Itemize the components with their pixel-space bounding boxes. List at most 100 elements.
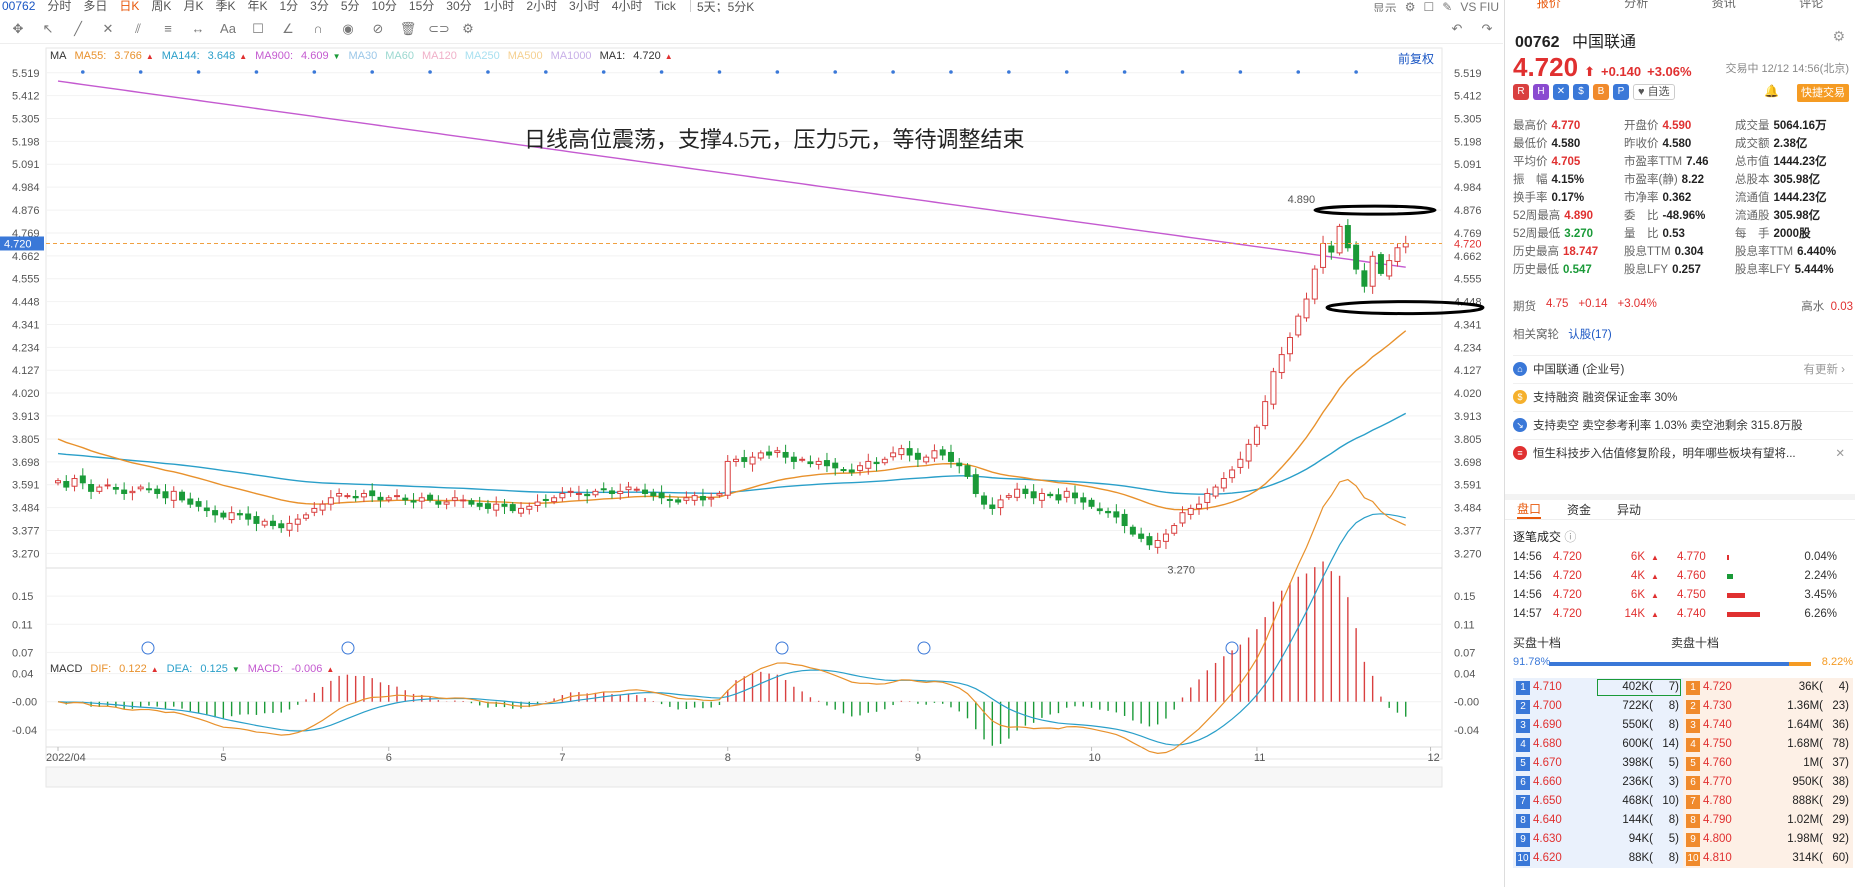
panel-tab-3[interactable]: 评论 (1768, 0, 1855, 12)
bid-level[interactable]: 5 4.670 398K(5) (1513, 754, 1683, 773)
ask-level[interactable]: 7 4.780 888K(29) (1683, 792, 1853, 811)
redo-icon[interactable]: ↷ (1477, 21, 1497, 37)
stock-code-tab[interactable]: 00762 (2, 0, 35, 12)
flag-icon-0[interactable]: R (1513, 84, 1529, 100)
toolbar-settings-icon[interactable]: ⚙ (458, 21, 478, 37)
ma-legend-item-0[interactable]: MA (50, 50, 71, 62)
ma-legend-item-8[interactable]: MA500 (508, 50, 547, 62)
cross-tool-icon[interactable]: ✕ (98, 21, 118, 37)
ask-level[interactable]: 4 4.750 1.68M(78) (1683, 735, 1853, 754)
bid-level[interactable]: 8 4.640 144K(8) (1513, 811, 1683, 830)
event-dot[interactable] (1064, 70, 1069, 74)
add-favorite-button[interactable]: ♥ 自选 (1633, 84, 1675, 100)
fibonacci-icon[interactable]: ≡ (158, 21, 178, 36)
macd-legend-item-1[interactable]: DIF: 0.122 ▲ (90, 663, 162, 675)
bid-level[interactable]: 10 4.620 88K(8) (1513, 849, 1683, 868)
pen-icon[interactable]: ✎ (1442, 0, 1452, 12)
arrow-tool-icon[interactable]: ↔ (188, 21, 208, 36)
ask-level[interactable]: 1 4.720 36K(4) (1683, 678, 1853, 697)
ma-legend-item-1[interactable]: MA55: 3.766 ▲ (75, 50, 158, 62)
line-tool-icon[interactable]: ╱ (68, 21, 88, 37)
period-4[interactable]: 月K (183, 0, 203, 12)
undo-icon[interactable]: ↶ (1447, 21, 1467, 37)
warrants-link[interactable]: 认股(17) (1568, 329, 1611, 341)
magnet-icon[interactable]: ∩ (308, 21, 328, 36)
macd-legend-item-2[interactable]: DEA: 0.125 ▼ (167, 663, 244, 675)
event-dot[interactable] (428, 70, 432, 74)
link-icon[interactable]: ⊂⊃ (428, 21, 450, 37)
period-select[interactable]: 5天；5分K (689, 0, 754, 12)
event-dot[interactable] (659, 70, 664, 74)
ask-level[interactable]: 10 4.810 314K(60) (1683, 849, 1853, 868)
period-11[interactable]: 15分 (409, 0, 434, 12)
notice-item[interactable]: ≡ 恒生科技步入估值修复阶段，明年哪些板块有望将... ✕ (1513, 439, 1853, 465)
ma-legend-item-9[interactable]: MA1000 (551, 50, 596, 62)
event-dot[interactable] (544, 70, 548, 74)
macd-legend-item-3[interactable]: MACD: -0.006 ▲ (248, 663, 339, 675)
event-dot[interactable] (254, 70, 259, 74)
bid-level[interactable]: 3 4.690 550K(8) (1513, 716, 1683, 735)
period-14[interactable]: 2小时 (526, 0, 557, 12)
flag-icon-5[interactable]: P (1613, 84, 1629, 100)
ma-legend-item-10[interactable]: MA1: 4.720 ▲ (600, 50, 677, 62)
flag-icon-3[interactable]: $ (1573, 84, 1589, 100)
event-dot[interactable] (1238, 70, 1243, 74)
period-12[interactable]: 30分 (446, 0, 471, 12)
period-0[interactable]: 分时 (47, 0, 71, 12)
bid-level[interactable]: 9 4.630 94K(5) (1513, 830, 1683, 849)
period-15[interactable]: 3小时 (569, 0, 600, 12)
ask-level[interactable]: 2 4.730 1.36M(23) (1683, 697, 1853, 716)
event-dot[interactable] (196, 70, 201, 74)
ma-legend-item-6[interactable]: MA120 (422, 50, 461, 62)
event-dot[interactable] (370, 70, 374, 74)
notice-item[interactable]: $ 支持融资 融资保证金率 30% (1513, 383, 1853, 409)
period-9[interactable]: 5分 (341, 0, 360, 12)
bid-level[interactable]: 4 4.680 600K(14) (1513, 735, 1683, 754)
macd-legend-item-0[interactable]: MACD (50, 663, 86, 675)
period-13[interactable]: 1小时 (484, 0, 515, 12)
eye-icon[interactable]: ◉ (338, 21, 358, 37)
close-icon[interactable]: ✕ (1835, 446, 1845, 460)
event-dot[interactable] (717, 70, 722, 74)
period-2[interactable]: 日K (119, 0, 139, 12)
notice-item[interactable]: ↘ 支持卖空 卖空参考利率 1.03% 卖空池剩余 315.8万股 (1513, 411, 1853, 437)
event-marker[interactable] (775, 641, 789, 655)
ma-legend-item-3[interactable]: MA900: 4.609 ▼ (255, 50, 344, 62)
event-dot[interactable] (1007, 70, 1011, 74)
period-16[interactable]: 4小时 (612, 0, 643, 12)
box-tool-icon[interactable]: ☐ (248, 21, 268, 37)
orderbook-tab-2[interactable]: 异动 (1617, 501, 1641, 518)
ask-level[interactable]: 9 4.800 1.98M(92) (1683, 830, 1853, 849)
move-icon[interactable]: ✥ (8, 21, 28, 37)
flag-icon-1[interactable]: H (1533, 84, 1549, 100)
period-1[interactable]: 多日 (83, 0, 107, 12)
event-dot[interactable] (312, 70, 317, 74)
bid-level[interactable]: 7 4.650 468K(10) (1513, 792, 1683, 811)
period-3[interactable]: 周K (151, 0, 171, 12)
notice-item[interactable]: ⌂ 中国联通 (企业号) 有更新 › (1513, 355, 1853, 381)
orderbook-tab-0[interactable]: 盘口 (1517, 500, 1542, 519)
display-menu[interactable]: 显示 (1373, 0, 1397, 12)
event-dot[interactable] (138, 70, 143, 74)
period-10[interactable]: 10分 (372, 0, 397, 12)
period-5[interactable]: 季K (215, 0, 235, 12)
event-dot[interactable] (1354, 70, 1358, 74)
indicator-vs[interactable]: VS FIU (1460, 0, 1499, 12)
ask-level[interactable]: 8 4.790 1.02M(29) (1683, 811, 1853, 830)
event-marker[interactable] (917, 641, 931, 655)
period-17[interactable]: Tick (654, 0, 676, 12)
event-dot[interactable] (949, 70, 953, 74)
orderbook-tab-1[interactable]: 资金 (1567, 501, 1591, 518)
fuquan-toggle[interactable]: 前复权 (1398, 50, 1434, 67)
ma-legend-item-7[interactable]: MA250 (465, 50, 504, 62)
ma-legend-item-2[interactable]: MA144: 3.648 ▲ (162, 50, 251, 62)
bid-level[interactable]: 2 4.700 722K(8) (1513, 697, 1683, 716)
ask-level[interactable]: 3 4.740 1.64M(36) (1683, 716, 1853, 735)
chart-scrollbar[interactable] (45, 766, 1443, 788)
panel-settings-icon[interactable]: ⚙ (1832, 28, 1845, 45)
panel-tab-1[interactable]: 分析 (1593, 0, 1681, 12)
event-marker[interactable] (141, 641, 155, 655)
panel-tab-0[interactable]: 报价 (1505, 0, 1593, 12)
event-dot[interactable] (1180, 70, 1185, 74)
event-dot[interactable] (833, 70, 838, 74)
